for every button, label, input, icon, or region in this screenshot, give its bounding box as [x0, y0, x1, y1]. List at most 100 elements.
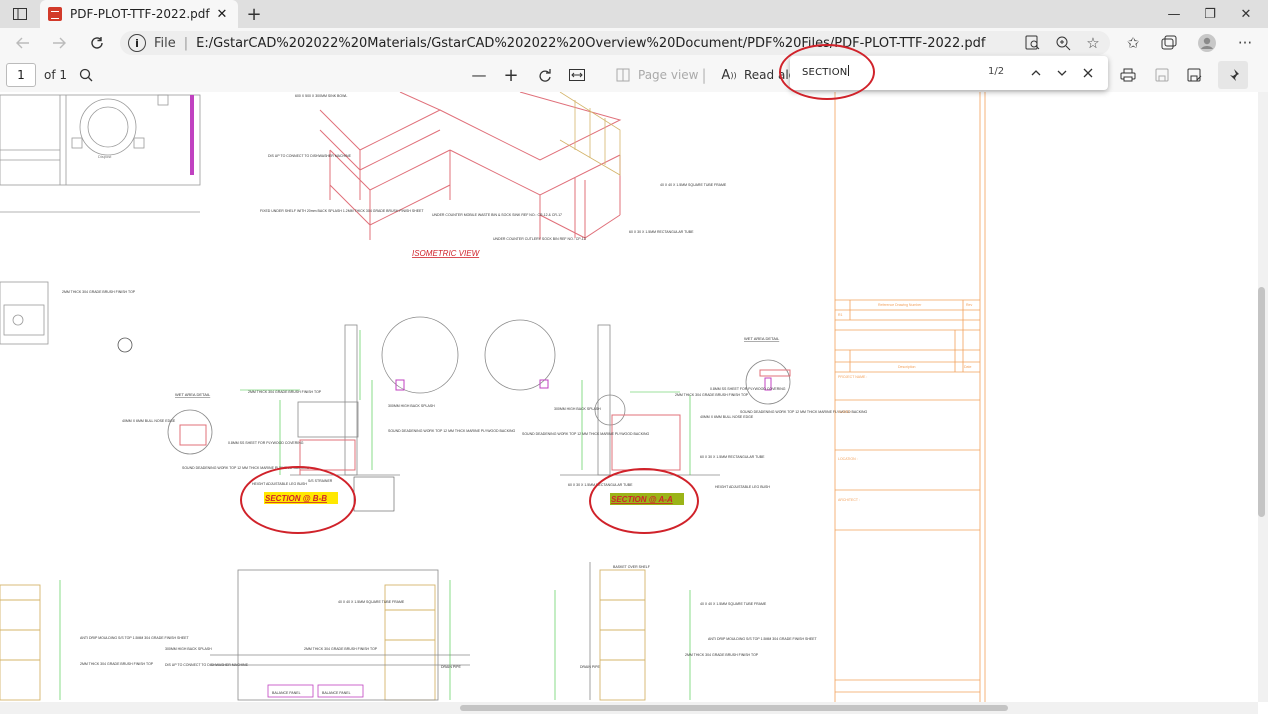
note-brush-top-right: 2MM THICK 304 GRADE BRUSH FINISH TOP [685, 653, 759, 657]
titleblock-rev-no: R1 [838, 313, 843, 317]
wet-area-detail-right: WET AREA DETAIL [744, 336, 780, 341]
note-frame-bottom-right: 40 X 40 X 1.5MM SQUARE TUBE FRAME [700, 602, 767, 606]
settings-more-icon[interactable]: ··· [1230, 28, 1260, 58]
section-marker [117, 337, 133, 353]
horizontal-scroll-thumb[interactable] [460, 705, 1008, 711]
favorites-icon[interactable]: ✩ [1118, 28, 1148, 58]
cad-drawing: Dispost ISOMETRIC VIEW 600 X 500 X 300MM… [0, 92, 986, 702]
page-view-label[interactable]: Page view [638, 68, 699, 82]
site-info-icon[interactable]: i [128, 34, 146, 52]
note-sink-bowl: 600 X 500 X 300MM SINK BOWL [295, 94, 347, 98]
note-drain-left: DRAIN PIPE [441, 665, 462, 669]
note-brush-top-left: 2MM THICK 304 GRADE BRUSH FINISH TOP [62, 290, 136, 294]
toolbar-divider: | [701, 66, 707, 84]
note-anti-drip-right: ANTI DRIP MOULDING S/S TOP 1.5MM 304 GRA… [708, 637, 818, 641]
note-balance-panel-1: BALANCE PANEL [272, 691, 301, 695]
zoom-in-icon[interactable]: + [500, 58, 522, 92]
titleblock-date: Date [964, 365, 971, 369]
url-text[interactable]: E:/GstarCAD%202022%20Materials/GstarCAD%… [196, 36, 985, 51]
note-dishwasher: DIS UP TO CONNECT TO DISHWASHER MACHINE [268, 154, 352, 158]
pin-toolbar-icon[interactable] [1218, 61, 1248, 89]
note-anti-drip: ANTI DRIP MOULDING S/S TOP 1.5MM 304 GRA… [80, 636, 190, 640]
note-brush-top-aa: 2MM THICK 304 GRADE BRUSH FINISH TOP [675, 393, 749, 397]
dishwasher-label: Dispost [98, 154, 112, 159]
note-dishwasher-bottom: DIS UP TO CONNECT TO DISHWASHER MACHINE [165, 663, 249, 667]
find-close-button[interactable] [1076, 56, 1100, 90]
isometric-view-label: ISOMETRIC VIEW [412, 249, 481, 258]
read-aloud-icon[interactable]: A)) [718, 58, 740, 92]
new-tab-button[interactable]: + [242, 0, 266, 28]
annotation-circle-section-bb [240, 466, 356, 534]
note-cutlery: UNDER COUNTER CUTLERY SOCK BIN REF NO.: … [493, 237, 586, 241]
window-close-button[interactable]: ✕ [1228, 0, 1264, 28]
pdf-document-viewport[interactable]: Dispost ISOMETRIC VIEW 600 X 500 X 300MM… [0, 92, 1258, 702]
note-frame-bottom: 40 X 40 X 1.5MM SQUARE TUBE FRAME [338, 600, 405, 604]
url-separator: | [183, 35, 189, 51]
find-in-page-icon[interactable] [1018, 28, 1048, 58]
note-drain-right: DRAIN PIPE [580, 665, 601, 669]
save-as-icon[interactable] [1182, 58, 1206, 92]
titleblock-description: Description [898, 365, 916, 369]
note-back-splash-bb: 300MM HIGH BACK SPLASH [388, 404, 435, 408]
note-fixed-shelf: FIXED UNDER SHELF WITH 20mm BACK SPLASH … [260, 209, 424, 213]
fit-width-icon[interactable] [566, 58, 588, 92]
note-waste-bin: UNDER COUNTER MOBILE WASTE BIN & SOCK SI… [432, 213, 562, 217]
note-ss-sheet-bb: 0.8MM SS SHEET FOR PLYWOOD COVERING [228, 441, 304, 445]
browser-tab[interactable]: PDF-PLOT-TTF-2022.pdf ✕ [40, 0, 238, 28]
tab-actions-icon[interactable] [6, 0, 34, 28]
note-sound-aa: SOUND DEADENING WORK TOP 12 MM THICK MAR… [522, 432, 650, 436]
rotate-icon[interactable] [534, 58, 556, 92]
zoom-icon[interactable] [1048, 28, 1078, 58]
note-frame: 40 X 40 X 1.5MM SQUARE TUBE FRAME [660, 183, 727, 187]
titleblock-project-name: PROJECT NAME : [838, 375, 867, 379]
note-brush-top-bottom-2: 2MM THICK 304 GRADE BRUSH FINISH TOP [304, 647, 378, 651]
page-total-label: of 1 [44, 68, 68, 82]
back-arrow-icon[interactable] [10, 28, 36, 58]
note-sound-bb: SOUND DEADENING WORK TOP 12 MM THICK MAR… [388, 429, 516, 433]
annotation-circle-find [779, 44, 875, 100]
note-brush-top-bottom: 2MM THICK 304 GRADE BRUSH FINISH TOP [80, 662, 154, 666]
horizontal-scrollbar[interactable] [0, 702, 1258, 714]
collections-icon[interactable] [1154, 28, 1184, 58]
find-result-count: 1/2 [988, 66, 1005, 77]
note-brush-top-bb: 2MM THICK 304 GRADE BRUSH FINISH TOP [248, 390, 322, 394]
add-favorite-icon[interactable]: ☆ [1078, 28, 1108, 58]
maximize-button[interactable]: ❐ [1192, 0, 1228, 28]
note-back-splash-bottom: 300MM HIGH BACK SPLASH [165, 647, 212, 651]
note-rect-tube: 60 X 30 X 1.5MM RECTANGULAR TUBE [629, 230, 694, 234]
vertical-scrollbar[interactable] [1258, 92, 1268, 702]
profile-avatar[interactable] [1192, 28, 1222, 58]
tab-close-button[interactable]: ✕ [212, 7, 232, 22]
wet-area-detail-left: WET AREA DETAIL [175, 392, 211, 397]
refresh-icon[interactable] [84, 28, 110, 58]
page-number-input[interactable]: 1 [6, 63, 36, 87]
note-leg-bush-aa: HEIGHT ADJUSTABLE LEG BUSH [715, 485, 770, 489]
page-view-icon[interactable] [612, 58, 634, 92]
address-bar-row: i File | E:/GstarCAD%202022%20Materials/… [0, 28, 1268, 58]
find-previous-button[interactable] [1024, 56, 1048, 90]
pdf-file-icon [48, 7, 62, 21]
titleblock-rev-header: Rev [966, 303, 972, 307]
note-rect-tube-aa: 60 X 30 X 1.5MM RECTANGULAR TUBE [700, 455, 765, 459]
titleblock-architect: ARCHITECT : [838, 498, 860, 502]
search-icon[interactable] [74, 58, 98, 92]
note-ss-sheet-aa: 0.8MM SS SHEET FOR PLYWOOD COVERING [710, 387, 786, 391]
note-bull-nose-aa: 40MM X 6MM BULL NOSE EDGE [700, 415, 754, 419]
strainer-detail-box [353, 476, 395, 512]
save-icon[interactable] [1150, 58, 1174, 92]
find-next-button[interactable] [1050, 56, 1074, 90]
vertical-scroll-thumb[interactable] [1258, 287, 1265, 517]
minimize-button[interactable]: — [1156, 0, 1192, 28]
file-scheme-label: File [154, 35, 176, 51]
note-bull-nose-bb: 40MM X 6MM BULL NOSE EDGE [122, 419, 176, 423]
print-icon[interactable] [1116, 58, 1140, 92]
forward-arrow-icon[interactable] [46, 28, 72, 58]
titleblock-location: LOCATION : [838, 457, 858, 461]
note-balance-panel-2: BALANCE PANEL [322, 691, 351, 695]
address-field[interactable]: i File | E:/GstarCAD%202022%20Materials/… [120, 31, 1110, 55]
zoom-out-icon[interactable]: — [468, 58, 490, 92]
tab-strip: PDF-PLOT-TTF-2022.pdf ✕ + — ❐ ✕ [0, 0, 1268, 28]
note-back-splash-aa: 300MM HIGH BACK SPLASH [554, 407, 601, 411]
tab-title: PDF-PLOT-TTF-2022.pdf [70, 7, 210, 21]
titleblock-ref-header: Reference Drawing Number [878, 303, 922, 307]
